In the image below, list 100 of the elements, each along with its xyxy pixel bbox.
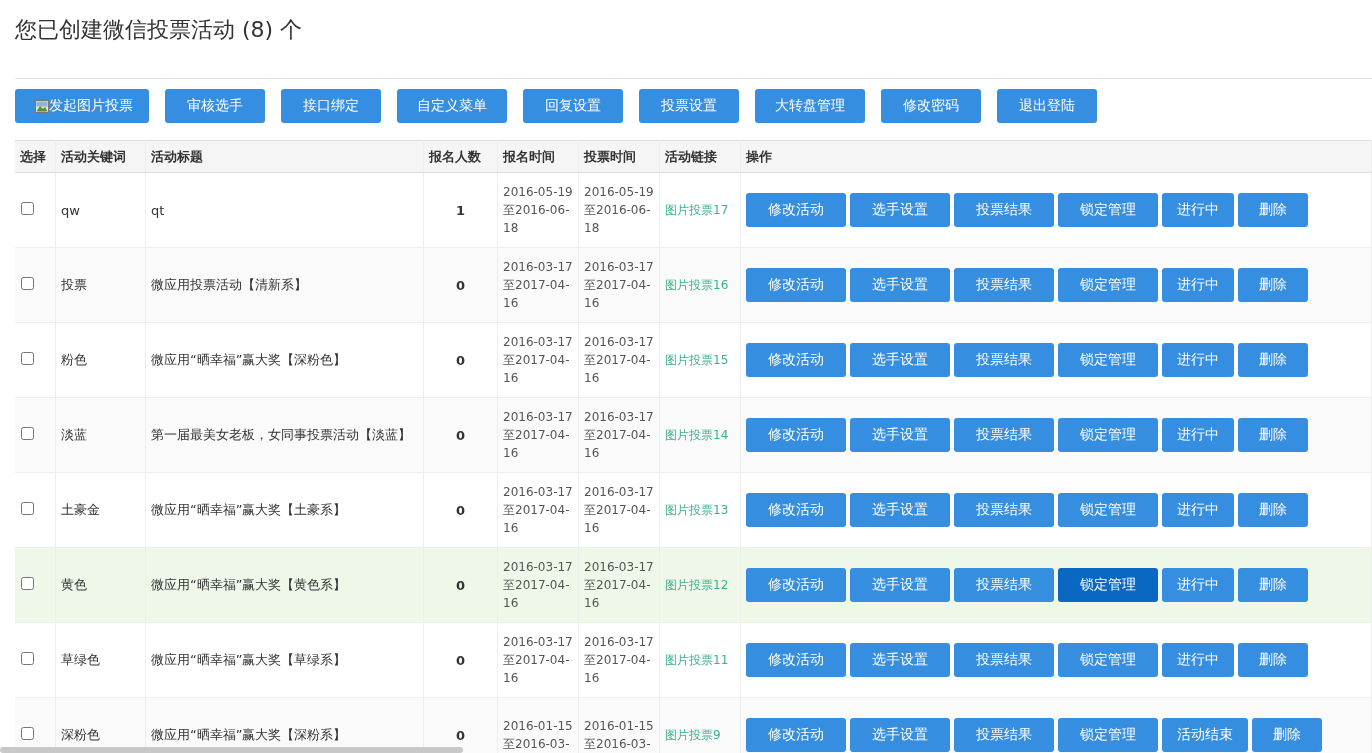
date-range-text: 2016-01-15至2016-03- <box>503 719 573 751</box>
action-button[interactable]: 活动结束 <box>1162 718 1248 752</box>
title-text: 微应用“晒幸福”赢大奖【深粉色】 <box>151 352 347 367</box>
action-button[interactable]: 投票结果 <box>954 343 1054 377</box>
action-button[interactable]: 进行中 <box>1162 268 1234 302</box>
action-button[interactable]: 锁定管理 <box>1058 268 1158 302</box>
title-text: 微应用“晒幸福”赢大奖【草绿系】 <box>151 652 347 667</box>
action-button[interactable]: 锁定管理 <box>1058 193 1158 227</box>
action-button[interactable]: 选手设置 <box>850 643 950 677</box>
row-checkbox[interactable] <box>21 277 34 290</box>
action-button[interactable]: 选手设置 <box>850 493 950 527</box>
action-button[interactable]: 投票结果 <box>954 418 1054 452</box>
action-button[interactable]: 进行中 <box>1162 643 1234 677</box>
action-button[interactable]: 进行中 <box>1162 193 1234 227</box>
action-button[interactable]: 删除 <box>1238 343 1308 377</box>
action-button[interactable]: 投票结果 <box>954 193 1054 227</box>
action-button[interactable]: 删除 <box>1238 418 1308 452</box>
column-header: 操作 <box>740 140 1372 173</box>
action-button[interactable]: 进行中 <box>1162 568 1234 602</box>
column-header: 活动关键词 <box>55 140 146 173</box>
action-button[interactable]: 选手设置 <box>850 193 950 227</box>
action-button[interactable]: 删除 <box>1238 643 1308 677</box>
action-button[interactable]: 锁定管理 <box>1058 718 1158 752</box>
action-button[interactable]: 删除 <box>1238 193 1308 227</box>
date-range-text: 2016-03-17至2017-04-16 <box>584 560 654 610</box>
activity-link[interactable]: 图片投票17 <box>665 202 729 217</box>
action-button[interactable]: 修改活动 <box>746 193 846 227</box>
action-button[interactable]: 删除 <box>1252 718 1322 752</box>
activity-link[interactable]: 图片投票13 <box>665 502 729 517</box>
action-button[interactable]: 修改活动 <box>746 343 846 377</box>
title-text: 微应用“晒幸福”赢大奖【深粉系】 <box>151 727 347 742</box>
action-button[interactable]: 锁定管理 <box>1058 343 1158 377</box>
date-range-text: 2016-03-17至2017-04-16 <box>584 635 654 685</box>
action-button[interactable]: 删除 <box>1238 268 1308 302</box>
action-button[interactable]: 锁定管理 <box>1058 493 1158 527</box>
row-checkbox[interactable] <box>21 202 34 215</box>
count-text: 0 <box>455 727 465 743</box>
date-range-text: 2016-03-17至2017-04-16 <box>503 410 573 460</box>
toolbar-button[interactable]: 回复设置 <box>523 89 623 123</box>
activity-link[interactable]: 图片投票16 <box>665 277 729 292</box>
date-range-text: 2016-05-19至2016-06-18 <box>584 185 654 235</box>
action-button[interactable]: 选手设置 <box>850 568 950 602</box>
date-range-text: 2016-03-17至2017-04-16 <box>503 560 573 610</box>
row-checkbox[interactable] <box>21 727 34 740</box>
column-header: 活动标题 <box>145 140 424 173</box>
keyword-text: 草绿色 <box>61 652 100 667</box>
action-button[interactable]: 修改活动 <box>746 418 846 452</box>
toolbar-button[interactable]: 审核选手 <box>165 89 265 123</box>
row-checkbox[interactable] <box>21 577 34 590</box>
action-button[interactable]: 投票结果 <box>954 643 1054 677</box>
action-button[interactable]: 修改活动 <box>746 643 846 677</box>
scrollbar[interactable] <box>0 747 463 753</box>
action-button[interactable]: 选手设置 <box>850 418 950 452</box>
action-button[interactable]: 选手设置 <box>850 343 950 377</box>
action-button[interactable]: 进行中 <box>1162 418 1234 452</box>
date-range-text: 2016-03-17至2017-04-16 <box>584 485 654 535</box>
toolbar-button[interactable]: 投票设置 <box>639 89 739 123</box>
row-checkbox[interactable] <box>21 502 34 515</box>
toolbar-button[interactable]: 大转盘管理 <box>755 89 865 123</box>
action-button[interactable]: 修改活动 <box>746 493 846 527</box>
column-header: 选择 <box>15 140 56 173</box>
action-button[interactable]: 进行中 <box>1162 493 1234 527</box>
activity-link[interactable]: 图片投票9 <box>665 727 721 742</box>
action-button[interactable]: 修改活动 <box>746 268 846 302</box>
action-button[interactable]: 进行中 <box>1162 343 1234 377</box>
date-range-text: 2016-03-17至2017-04-16 <box>503 260 573 310</box>
action-button[interactable]: 锁定管理 <box>1058 643 1158 677</box>
action-button[interactable]: 投票结果 <box>954 493 1054 527</box>
date-range-text: 2016-05-19至2016-06-18 <box>503 185 573 235</box>
column-header: 报名时间 <box>497 140 579 173</box>
count-text: 0 <box>455 277 465 293</box>
action-button[interactable]: 修改活动 <box>746 568 846 602</box>
toolbar-button[interactable]: 退出登陆 <box>997 89 1097 123</box>
toolbar-button[interactable]: 接口绑定 <box>281 89 381 123</box>
action-button[interactable]: 锁定管理 <box>1058 568 1158 602</box>
activity-link[interactable]: 图片投票14 <box>665 427 729 442</box>
page-title: 您已创建微信投票活动 (8) 个 <box>14 16 304 44</box>
activity-link[interactable]: 图片投票11 <box>665 652 729 667</box>
action-button[interactable]: 投票结果 <box>954 568 1054 602</box>
row-checkbox[interactable] <box>21 352 34 365</box>
keyword-text: 土豪金 <box>61 502 100 517</box>
activity-link[interactable]: 图片投票12 <box>665 577 729 592</box>
toolbar-button[interactable]: 修改密码 <box>881 89 981 123</box>
activity-link[interactable]: 图片投票15 <box>665 352 729 367</box>
action-button[interactable]: 锁定管理 <box>1058 418 1158 452</box>
row-checkbox[interactable] <box>21 652 34 665</box>
count-text: 0 <box>455 577 465 593</box>
date-range-text: 2016-03-17至2017-04-16 <box>503 335 573 385</box>
action-button[interactable]: 删除 <box>1238 493 1308 527</box>
toolbar-button[interactable]: 发起图片投票 <box>15 89 149 123</box>
row-checkbox[interactable] <box>21 427 34 440</box>
action-button[interactable]: 选手设置 <box>850 718 950 752</box>
action-button[interactable]: 删除 <box>1238 568 1308 602</box>
title-text: 微应用投票活动【清新系】 <box>151 277 307 292</box>
toolbar-button[interactable]: 自定义菜单 <box>397 89 507 123</box>
action-button[interactable]: 选手设置 <box>850 268 950 302</box>
date-range-text: 2016-03-17至2017-04-16 <box>584 410 654 460</box>
action-button[interactable]: 投票结果 <box>954 268 1054 302</box>
action-button[interactable]: 修改活动 <box>746 718 846 752</box>
action-button[interactable]: 投票结果 <box>954 718 1054 752</box>
